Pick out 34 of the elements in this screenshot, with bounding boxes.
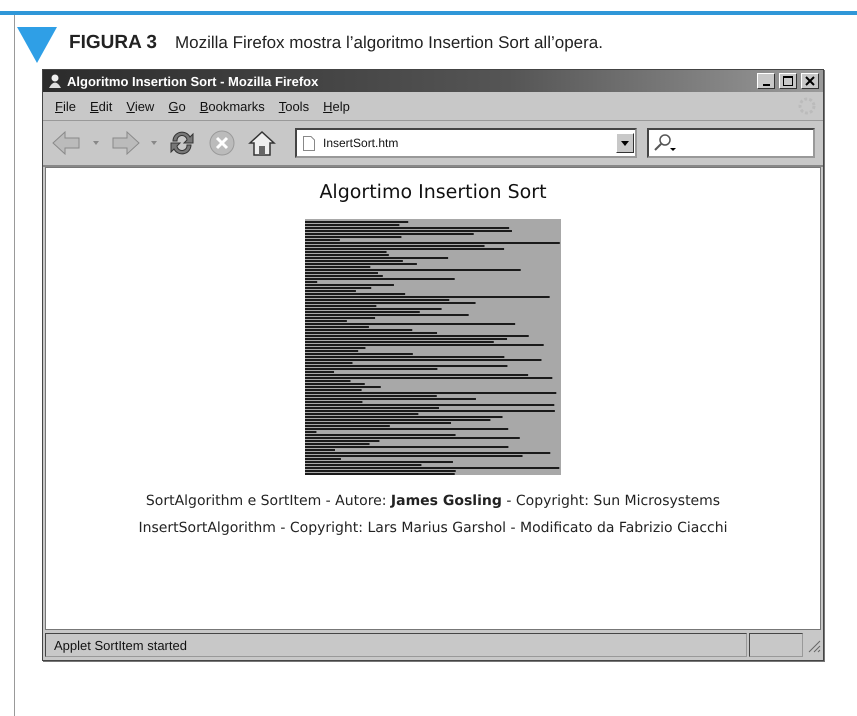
status-text: Applet SortItem started: [45, 633, 747, 657]
page-heading: Algortimo Insertion Sort: [319, 181, 547, 203]
address-field[interactable]: InsertSort.htm: [295, 128, 637, 158]
stop-button[interactable]: [207, 128, 237, 158]
search-field[interactable]: [647, 128, 815, 158]
menu-item[interactable]: File: [49, 96, 82, 116]
credit-text: SortAlgorithm e SortItem - Autore: James Gosling - Copyright: Sun Microsystems: [146, 493, 720, 509]
maximize-icon: [783, 76, 793, 86]
page-icon: [303, 136, 315, 150]
menu-item[interactable]: View: [120, 96, 160, 116]
caret-icon: [93, 141, 99, 145]
triangle-icon: [17, 27, 57, 63]
search-icon: [653, 133, 677, 153]
dropdown-button[interactable]: [616, 133, 634, 153]
figure-caption: Mozilla Firefox mostra l’algoritmo Insertion Sort all’opera.: [174, 33, 603, 53]
address-text: InsertSort.htm: [323, 136, 400, 150]
window-title: Algoritmo Insertion Sort - Mozilla Firefox: [67, 74, 320, 88]
menu-item[interactable]: Bookmarks: [194, 96, 271, 116]
minimize-icon: [762, 84, 770, 86]
caret-icon: [621, 140, 629, 146]
menu-item[interactable]: Go: [162, 96, 192, 116]
home-button[interactable]: [247, 129, 277, 157]
figure-label: FIGURA 3: [69, 32, 157, 54]
close-icon: [805, 76, 815, 86]
menu-item[interactable]: Help: [317, 96, 356, 116]
close-button[interactable]: [801, 73, 819, 89]
credit-text: InsertSortAlgorithm - Copyright: Lars Marius Garshol - Modificato da Fabrizio Ciacchi: [138, 520, 728, 536]
menu-item[interactable]: Tools: [272, 96, 316, 116]
minimize-button[interactable]: [757, 73, 775, 89]
status-panel: [749, 633, 803, 657]
menu-item[interactable]: Edit: [84, 96, 118, 116]
app-icon: [47, 73, 63, 89]
maximize-button[interactable]: [779, 73, 797, 89]
caret-icon: [151, 141, 157, 145]
